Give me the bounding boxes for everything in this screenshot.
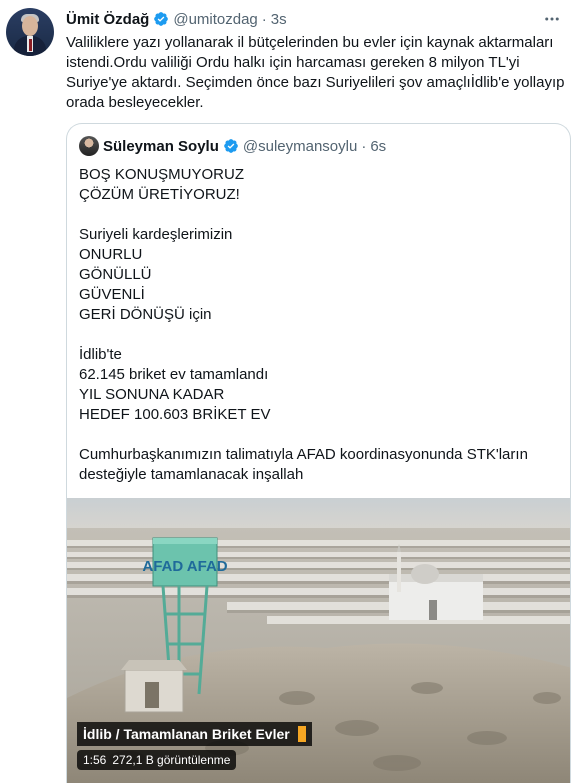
quoted-tweet-text: BOŞ KONUŞMUYORUZ ÇÖZÜM ÜRETİYORUZ! Suriy…	[79, 166, 528, 483]
caption-accent	[297, 726, 306, 742]
author-name[interactable]: Ümit Özdağ	[66, 11, 149, 28]
video-stats: 1:56 272,1 B görüntülenme	[77, 750, 237, 770]
verified-badge-icon	[154, 12, 169, 26]
video-caption: İdlib / Tamamlanan Briket Evler	[77, 722, 312, 746]
separator-dot: ·	[361, 137, 367, 155]
video-views: 272,1 B görüntülenme	[112, 753, 231, 767]
verified-badge-icon	[224, 139, 238, 153]
quoted-tweet[interactable]: Süleyman Soylu @suleymansoylu · 6s BOŞ K…	[66, 123, 571, 783]
quoted-tweet-timestamp: 6s	[370, 137, 387, 155]
video-duration: 1:56	[83, 753, 107, 767]
quoted-author-avatar	[79, 136, 99, 156]
tweet-header: Ümit Özdağ @umitozdag · 3s	[66, 9, 287, 29]
avatar-head	[22, 16, 38, 36]
author-avatar[interactable]	[6, 8, 54, 56]
tweet-text: Valiliklere yazı yollanarak il bütçeleri…	[66, 34, 565, 111]
quoted-author-handle: @suleymansoylu	[242, 137, 358, 155]
small-building	[121, 660, 187, 713]
quoted-author-name: Süleyman Soylu	[103, 137, 219, 155]
tower-label: AFAD AFAD	[142, 558, 227, 575]
ellipsis-icon	[545, 17, 559, 21]
caption-text: İdlib / Tamamlanan Briket Evler	[83, 726, 290, 742]
author-handle[interactable]: @umitozdag	[173, 11, 257, 28]
separator-dot: ·	[261, 10, 267, 28]
sky	[67, 498, 570, 528]
avatar-tie	[28, 39, 32, 51]
quoted-tweet-header: Süleyman Soylu @suleymansoylu · 6s	[79, 136, 386, 156]
more-options-icon[interactable]	[541, 8, 563, 30]
tweet-timestamp[interactable]: 3s	[271, 11, 287, 28]
video-player[interactable]: AFAD AFAD İdlib / Tamamlanan Briket Evle…	[67, 498, 570, 783]
